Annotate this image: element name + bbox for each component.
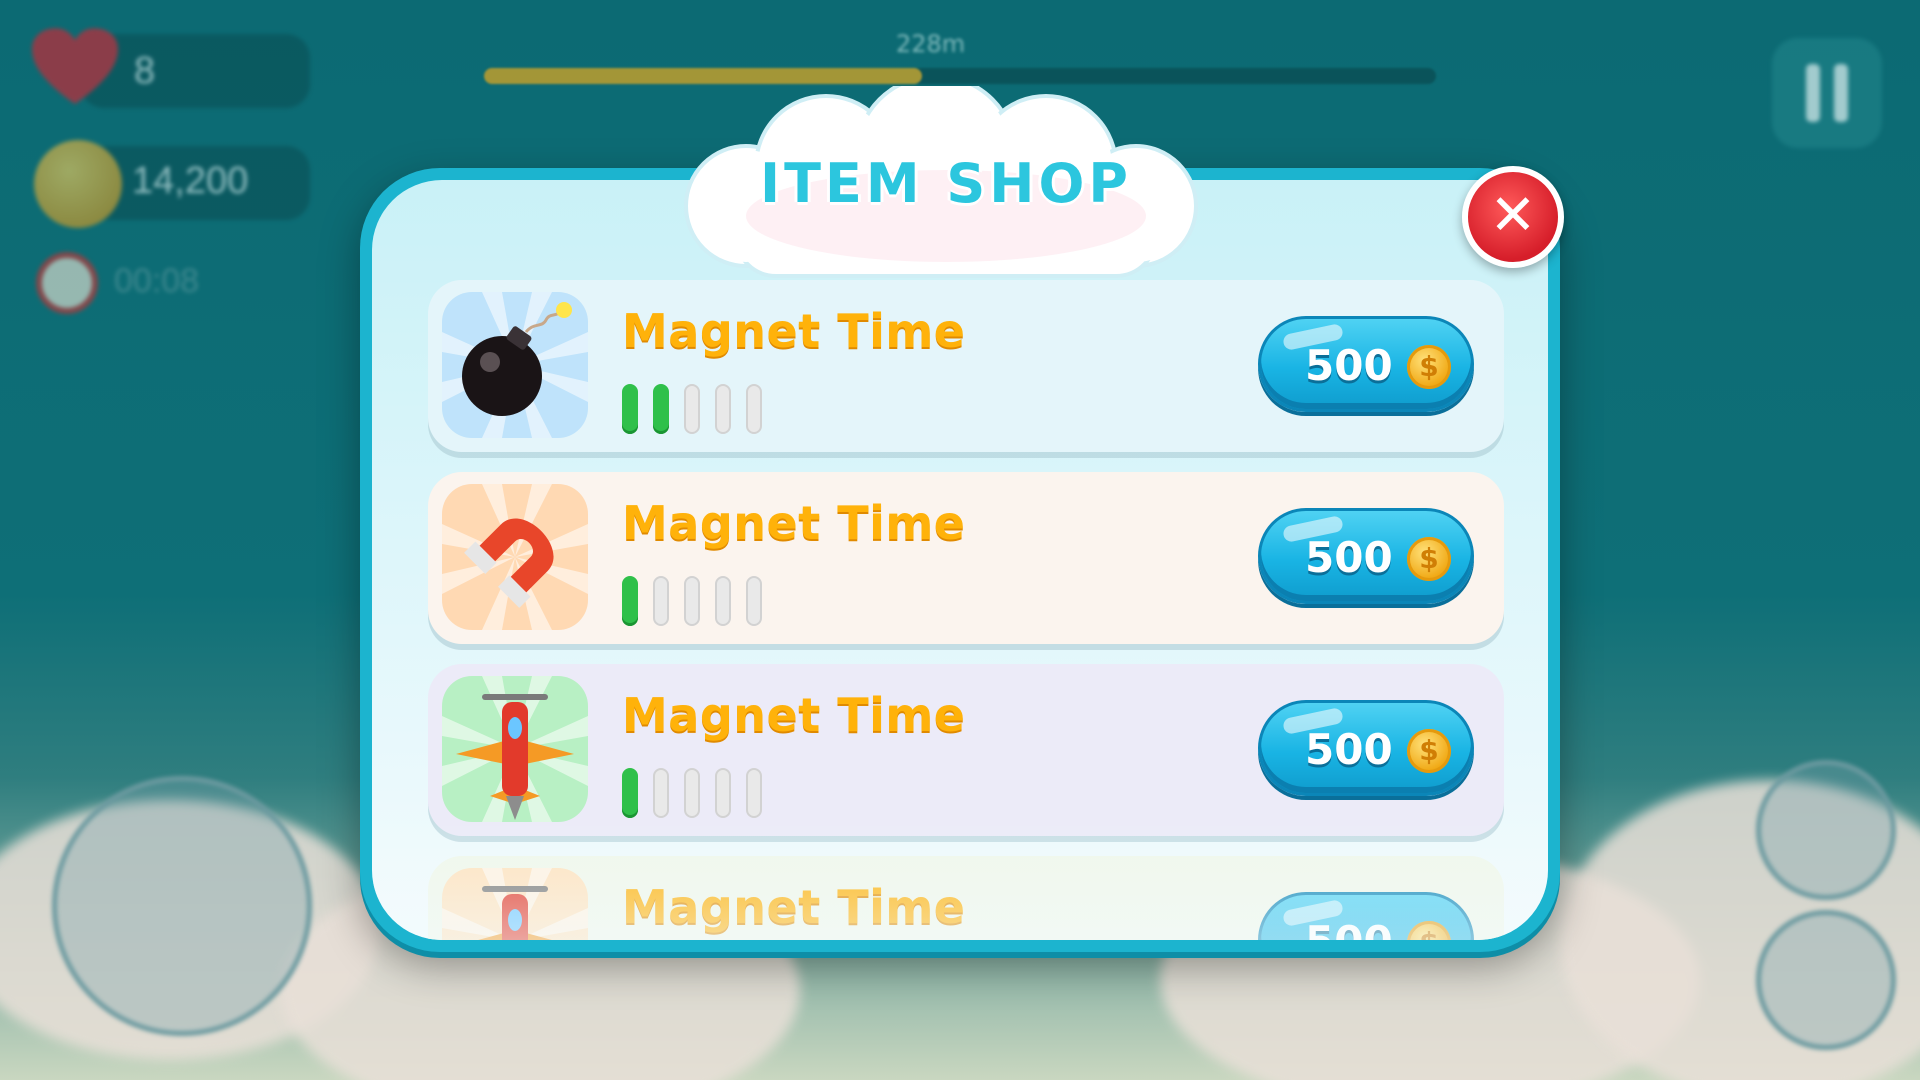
level-pip — [622, 576, 638, 626]
airplane-icon — [442, 868, 588, 940]
item-shop-panel: Magnet Time 500 $ Magnet Time 500 $ Magn… — [372, 180, 1548, 940]
heart-icon — [32, 28, 118, 104]
shop-item: Magnet Time 500 $ — [428, 664, 1504, 836]
price-label: 500 — [1305, 533, 1393, 582]
level-pip — [684, 768, 700, 818]
buy-button[interactable]: 500 $ — [1258, 892, 1474, 940]
level-pip — [653, 384, 669, 434]
item-title: Magnet Time — [622, 496, 966, 550]
level-pip — [746, 576, 762, 626]
level-pip — [746, 768, 762, 818]
bomb-icon — [442, 292, 588, 438]
level-pip — [715, 384, 731, 434]
price-label: 500 — [1305, 341, 1393, 390]
airplane-icon — [442, 676, 588, 822]
item-title: Magnet Time — [622, 304, 966, 358]
dialog-title: ITEM SHOP — [760, 152, 1132, 215]
level-pip — [715, 768, 731, 818]
level-pip — [622, 768, 638, 818]
shop-item: Magnet Time 500 $ — [428, 280, 1504, 452]
coin-icon: $ — [1407, 921, 1451, 940]
item-title: Magnet Time — [622, 880, 966, 934]
item-list[interactable]: Magnet Time 500 $ Magnet Time 500 $ Magn… — [428, 280, 1504, 940]
title-cloud: ITEM SHOP — [656, 86, 1236, 286]
price-label: 500 — [1305, 725, 1393, 774]
distance-label: 228m — [896, 30, 966, 58]
lives-count: 8 — [134, 50, 156, 92]
coin-icon: $ — [1407, 729, 1451, 773]
level-pip — [653, 576, 669, 626]
coin-icon: $ — [1407, 537, 1451, 581]
coin-total: 14,200 — [132, 160, 249, 202]
coin-icon: $ — [1407, 345, 1451, 389]
jump-button[interactable] — [52, 776, 312, 1036]
pause-button[interactable] — [1772, 38, 1882, 148]
level-pip — [653, 768, 669, 818]
shop-item: Magnet Time 500 $ — [428, 472, 1504, 644]
shop-item: Magnet Time 500 $ — [428, 856, 1504, 940]
level-progress-fill — [484, 68, 922, 84]
price-label: 500 — [1305, 917, 1393, 940]
hud-left: 8 14,200 00:08 — [0, 0, 340, 340]
level-pip — [715, 576, 731, 626]
item-title: Magnet Time — [622, 688, 966, 742]
skill-button[interactable] — [1756, 910, 1896, 1050]
item-level-meter — [622, 384, 777, 436]
item-level-meter — [622, 768, 777, 820]
close-button[interactable]: ✕ — [1462, 166, 1564, 268]
buy-button[interactable]: 500 $ — [1258, 508, 1474, 604]
level-pip — [746, 384, 762, 434]
magnet-icon — [442, 484, 588, 630]
item-level-meter — [622, 576, 777, 628]
buy-button[interactable]: 500 $ — [1258, 700, 1474, 796]
timer-text: 00:08 — [114, 262, 200, 300]
close-icon: ✕ — [1489, 183, 1537, 248]
level-pip — [684, 384, 700, 434]
coin-icon — [34, 140, 122, 228]
level-pip — [684, 576, 700, 626]
level-progress-bar — [484, 68, 1436, 84]
buy-button[interactable]: 500 $ — [1258, 316, 1474, 412]
bomb-skill-button[interactable] — [1756, 760, 1896, 900]
level-pip — [622, 384, 638, 434]
clock-icon — [36, 252, 98, 314]
